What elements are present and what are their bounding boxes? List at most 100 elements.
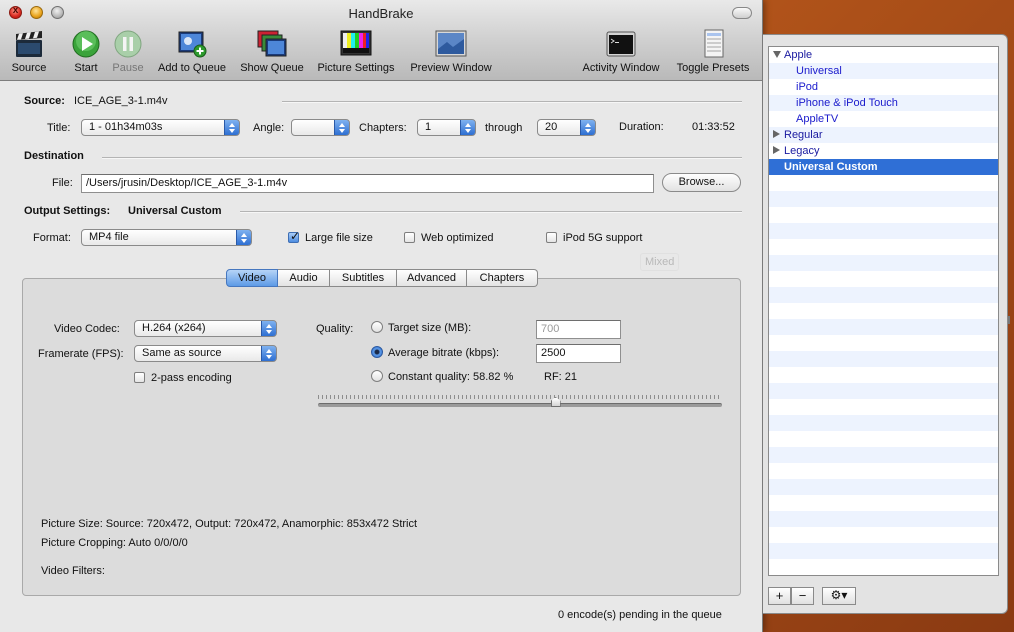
destination-separator: [102, 157, 742, 159]
target-size-field[interactable]: 700: [536, 320, 621, 339]
chapter-start-select[interactable]: 1: [417, 119, 476, 136]
angle-select[interactable]: [291, 119, 350, 136]
browse-button[interactable]: Browse...: [662, 173, 741, 192]
source-button[interactable]: Source: [9, 29, 49, 74]
framerate-label: Framerate (FPS):: [38, 348, 124, 360]
disclosure-closed-icon[interactable]: [773, 130, 780, 138]
title-select-value: 1 - 01h34m03s: [89, 121, 163, 133]
show-queue-label: Show Queue: [240, 62, 304, 74]
toggle-presets-button[interactable]: Toggle Presets: [672, 29, 754, 74]
tab-subtitles[interactable]: Subtitles: [330, 269, 397, 287]
preset-row-label: Regular: [784, 129, 823, 141]
ipod-5g-checkbox[interactable]: [546, 232, 557, 243]
average-bitrate-radio[interactable]: [371, 346, 383, 358]
source-file-name: ICE_AGE_3-1.m4v: [74, 95, 168, 107]
quality-slider-ticks: [318, 395, 722, 399]
tab-audio[interactable]: Audio: [278, 269, 330, 287]
preset-row[interactable]: iPhone & iPod Touch: [769, 95, 998, 111]
preset-row[interactable]: Regular: [769, 127, 998, 143]
window-title: HandBrake: [348, 6, 414, 21]
drawer-resize-grip[interactable]: [1008, 316, 1010, 324]
target-size-label: Target size (MB):: [388, 322, 472, 334]
output-separator: [240, 211, 742, 213]
title-select[interactable]: 1 - 01h34m03s: [81, 119, 240, 136]
average-bitrate-field[interactable]: 2500: [536, 344, 621, 363]
chevron-updown-icon: [261, 346, 276, 361]
toolbar-toggle-button[interactable]: [732, 7, 752, 19]
duration-value: 01:33:52: [692, 121, 735, 133]
activity-window-button[interactable]: Activity Window: [578, 29, 664, 74]
format-select[interactable]: MP4 file: [81, 229, 252, 246]
title-label: Title:: [47, 122, 71, 134]
pause-button[interactable]: Pause: [111, 29, 145, 74]
chapter-end-select[interactable]: 20: [537, 119, 596, 136]
chapters-label: Chapters:: [359, 122, 407, 134]
destination-heading: Destination: [24, 150, 84, 162]
duration-label: Duration:: [619, 121, 664, 133]
preview-window-icon: [435, 30, 467, 57]
framerate-select[interactable]: Same as source: [134, 345, 277, 362]
video-filters-info: Video Filters:: [41, 565, 105, 577]
main-window: x HandBrake Source Start Pause Add to Qu…: [0, 0, 763, 632]
preset-row[interactable]: Universal: [769, 63, 998, 79]
file-path-field[interactable]: /Users/jrusin/Desktop/ICE_AGE_3-1.m4v: [81, 174, 654, 193]
video-codec-label: Video Codec:: [54, 323, 120, 335]
output-preset-name: Universal Custom: [128, 205, 222, 217]
toggle-presets-label: Toggle Presets: [676, 62, 750, 74]
chevron-updown-icon: [236, 230, 251, 245]
preset-row-label: Universal Custom: [784, 161, 878, 173]
constant-quality-label: Constant quality: 58.82 %: [388, 371, 514, 383]
picture-settings-label: Picture Settings: [317, 62, 395, 74]
picture-size-info: Picture Size: Source: 720x472, Output: 7…: [41, 518, 418, 530]
tab-video[interactable]: Video: [226, 269, 278, 287]
picture-settings-button[interactable]: Picture Settings: [314, 29, 398, 74]
two-pass-checkbox[interactable]: [134, 372, 145, 383]
show-queue-button[interactable]: Show Queue: [238, 29, 306, 74]
pause-icon: [114, 30, 142, 58]
preset-row-label: iPhone & iPod Touch: [796, 97, 898, 109]
chevron-updown-icon: [261, 321, 276, 336]
video-codec-select[interactable]: H.264 (x264): [134, 320, 277, 337]
preset-row-label: Universal: [796, 65, 842, 77]
preview-window-label: Preview Window: [410, 62, 492, 74]
source-label: Source: [11, 62, 47, 74]
clapperboard-icon: [16, 31, 42, 57]
source-heading: Source:: [24, 95, 65, 107]
remove-preset-button[interactable]: −: [791, 587, 814, 605]
target-size-radio[interactable]: [371, 321, 383, 333]
add-preset-button[interactable]: +: [768, 587, 791, 605]
terminal-icon: [606, 31, 636, 57]
through-label: through: [485, 122, 523, 134]
presets-list[interactable]: Apple Universal iPod iPhone & iPod Touch App…: [768, 46, 999, 576]
source-separator: [282, 101, 742, 103]
large-file-size-label: Large file size: [305, 232, 373, 244]
show-queue-icon: [257, 30, 287, 57]
chapter-start-value: 1: [425, 121, 432, 133]
disclosure-closed-icon[interactable]: [773, 146, 780, 154]
chevron-updown-icon: [224, 120, 239, 135]
quality-slider[interactable]: [318, 403, 722, 407]
add-to-queue-button[interactable]: Add to Queue: [154, 29, 230, 74]
preset-row-label: Legacy: [784, 145, 820, 157]
add-to-queue-label: Add to Queue: [158, 62, 226, 74]
preset-row[interactable]: Universal Custom: [769, 159, 998, 175]
format-label: Format:: [33, 232, 71, 244]
constant-quality-radio[interactable]: [371, 370, 383, 382]
tab-advanced[interactable]: Advanced: [397, 269, 467, 287]
preset-row[interactable]: Legacy: [769, 143, 998, 159]
disclosure-open-icon[interactable]: [773, 51, 781, 58]
preset-actions-gear-button[interactable]: ⚙▾: [822, 587, 856, 605]
add-to-queue-icon: [178, 31, 207, 58]
preview-window-button[interactable]: Preview Window: [407, 29, 495, 74]
tab-chapters[interactable]: Chapters: [467, 269, 538, 287]
large-file-size-checkbox[interactable]: [288, 229, 300, 243]
pause-label: Pause: [112, 62, 144, 74]
angle-label: Angle:: [253, 122, 285, 134]
web-optimized-checkbox[interactable]: [404, 232, 415, 243]
titlebar-toolbar: x HandBrake Source Start Pause Add to Qu…: [0, 0, 762, 81]
preset-row[interactable]: AppleTV: [769, 111, 998, 127]
start-button[interactable]: Start: [70, 29, 102, 74]
preset-row[interactable]: iPod: [769, 79, 998, 95]
preset-row[interactable]: Apple: [769, 47, 998, 63]
preset-row-label: Apple: [784, 49, 813, 61]
